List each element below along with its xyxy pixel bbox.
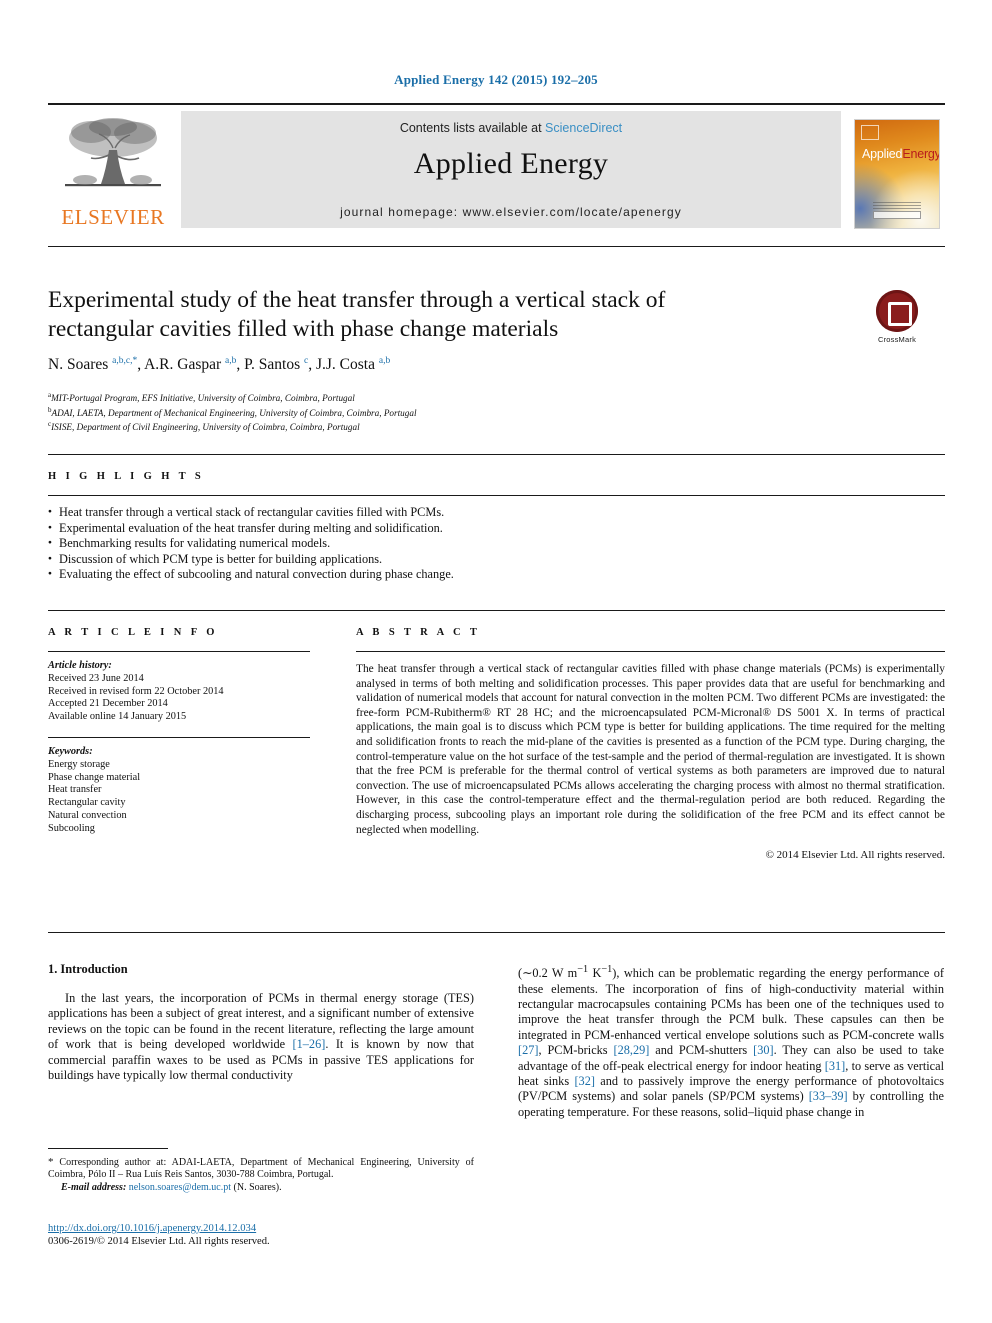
cover-artwork: AppliedEnergy — [854, 119, 940, 229]
cover-title: AppliedEnergy — [862, 147, 940, 161]
cover-elsevier-icon — [861, 125, 879, 140]
journal-homepage-line[interactable]: journal homepage: www.elsevier.com/locat… — [181, 205, 841, 219]
contents-list-line: Contents lists available at ScienceDirec… — [181, 121, 841, 135]
list-item: Evaluating the effect of subcooling and … — [48, 566, 945, 583]
running-head: Applied Energy 142 (2015) 192–205 — [394, 72, 598, 87]
cover-footer-marks — [873, 202, 921, 221]
elsevier-wordmark: ELSEVIER — [61, 205, 165, 229]
journal-cover-thumbnail[interactable]: AppliedEnergy — [847, 111, 945, 235]
article-info-heading: A R T I C L E I N F O — [48, 627, 218, 638]
affiliation-text: ISISE, Department of Civil Engineering, … — [51, 422, 360, 433]
body-column-left: 1. Introduction In the last years, the i… — [48, 962, 474, 1120]
keyword-item: Rectangular cavity — [48, 797, 126, 809]
elsevier-logo: ELSEVIER — [48, 111, 178, 228]
journal-title: Applied Energy — [413, 147, 609, 180]
title-divider — [48, 246, 945, 247]
affiliation-text: ADAI, LAETA, Department of Mechanical En… — [51, 407, 417, 418]
keywords-label: Keywords: — [48, 745, 93, 757]
affiliation-item: bADAI, LAETA, Department of Mechanical E… — [48, 405, 788, 420]
keyword-item: Heat transfer — [48, 784, 102, 796]
list-item: Discussion of which PCM type is better f… — [48, 551, 945, 568]
intro-paragraph-left-text: In the last years, the incorporation of … — [48, 991, 475, 1083]
history-item: Accepted 21 December 2014 — [48, 698, 168, 710]
footnote-rule — [48, 1148, 168, 1149]
article-body: 1. Introduction In the last years, the i… — [48, 962, 945, 1120]
keywords-block: Keywords: Energy storage Phase change ma… — [48, 736, 310, 836]
author-list: N. Soares a,b,c,*, A.R. Gaspar a,b, P. S… — [48, 356, 391, 374]
body-column-right: (∼0.2 W m−1 K−1), which can be problemat… — [518, 962, 944, 1120]
sciencedirect-link[interactable]: ScienceDirect — [545, 121, 622, 135]
affiliation-list: aMIT-Portugal Program, EFS Initiative, U… — [48, 390, 788, 434]
keyword-item: Subcooling — [48, 822, 95, 834]
abstract-copyright: © 2014 Elsevier Ltd. All rights reserved… — [765, 849, 945, 862]
keyword-item: Natural convection — [48, 809, 127, 821]
article-info-column: A R T I C L E I N F O Article history: R… — [48, 611, 310, 861]
affiliation-text: MIT-Portugal Program, EFS Initiative, Un… — [51, 393, 355, 404]
highlights-list: Heat transfer through a vertical stack o… — [48, 496, 945, 583]
abstract-body: The heat transfer through a vertical sta… — [356, 652, 945, 837]
list-item: Heat transfer through a vertical stack o… — [48, 504, 945, 521]
journal-masthead: ELSEVIER Contents lists available at Sci… — [48, 103, 945, 235]
email-line: E-mail address: nelson.soares@dem.uc.pt … — [48, 1182, 474, 1194]
highlights-heading: H I G H L I G H T S — [48, 471, 205, 482]
doi-link[interactable]: http://dx.doi.org/10.1016/j.apenergy.201… — [48, 1223, 256, 1234]
intro-paragraph-left: In the last years, the incorporation of … — [48, 991, 474, 1083]
corresponding-author-footnote: * Corresponding author at: ADAI-LAETA, D… — [48, 1148, 474, 1194]
article-history-label: Article history: — [48, 660, 112, 671]
email-link[interactable]: nelson.soares@dem.uc.pt — [129, 1182, 231, 1193]
cover-title-energy: Energy — [902, 147, 940, 161]
list-item: Benchmarking results for validating nume… — [48, 535, 945, 552]
keyword-item: Energy storage — [48, 758, 110, 770]
article-history: Article history: Received 23 June 2014 R… — [48, 652, 310, 724]
crossmark-icon — [876, 290, 918, 332]
abstract-heading: A B S T R A C T — [356, 627, 481, 638]
crossmark-label: CrossMark — [877, 335, 917, 344]
contents-prefix: Contents lists available at — [399, 121, 546, 135]
affiliation-item: aMIT-Portugal Program, EFS Initiative, U… — [48, 390, 788, 405]
keyword-item: Phase change material — [48, 771, 141, 783]
intro-paragraph-right: (∼0.2 W m−1 K−1), which can be problemat… — [518, 964, 945, 1119]
doi-block: http://dx.doi.org/10.1016/j.apenergy.201… — [48, 1222, 474, 1249]
history-item: Available online 14 January 2015 — [48, 711, 187, 723]
history-item: Received 23 June 2014 — [48, 672, 144, 684]
issn-copyright-line: 0306-2619/© 2014 Elsevier Ltd. All right… — [48, 1236, 270, 1248]
list-item: Experimental evaluation of the heat tran… — [48, 520, 945, 537]
email-owner: (N. Soares). — [233, 1181, 282, 1193]
abstract-paragraph: The heat transfer through a vertical sta… — [356, 663, 945, 836]
corresponding-author-note: * Corresponding author at: ADAI-LAETA, D… — [48, 1156, 474, 1181]
section-heading-introduction: 1. Introduction — [48, 962, 128, 976]
body-divider — [48, 932, 945, 933]
info-abstract-section: A R T I C L E I N F O Article history: R… — [48, 610, 945, 861]
journal-article-page: Applied Energy 142 (2015) 192–205 ELSEVI… — [0, 0, 992, 1323]
journal-band: Contents lists available at ScienceDirec… — [181, 111, 841, 228]
crossmark-badge[interactable]: CrossMark — [866, 290, 928, 344]
elsevier-tree-icon — [65, 118, 161, 187]
email-label: E-mail address: — [61, 1181, 127, 1193]
page-title: Experimental study of the heat transfer … — [48, 287, 666, 342]
highlights-section: H I G H L I G H T S Heat transfer throug… — [48, 454, 945, 583]
history-item: Received in revised form 22 October 2014 — [48, 685, 224, 697]
footnote-text: * Corresponding author at: ADAI-LAETA, D… — [48, 1156, 474, 1194]
affiliation-item: cISISE, Department of Civil Engineering,… — [48, 419, 788, 434]
cover-title-applied: Applied — [862, 147, 903, 161]
abstract-column: A B S T R A C T The heat transfer throug… — [310, 611, 945, 861]
